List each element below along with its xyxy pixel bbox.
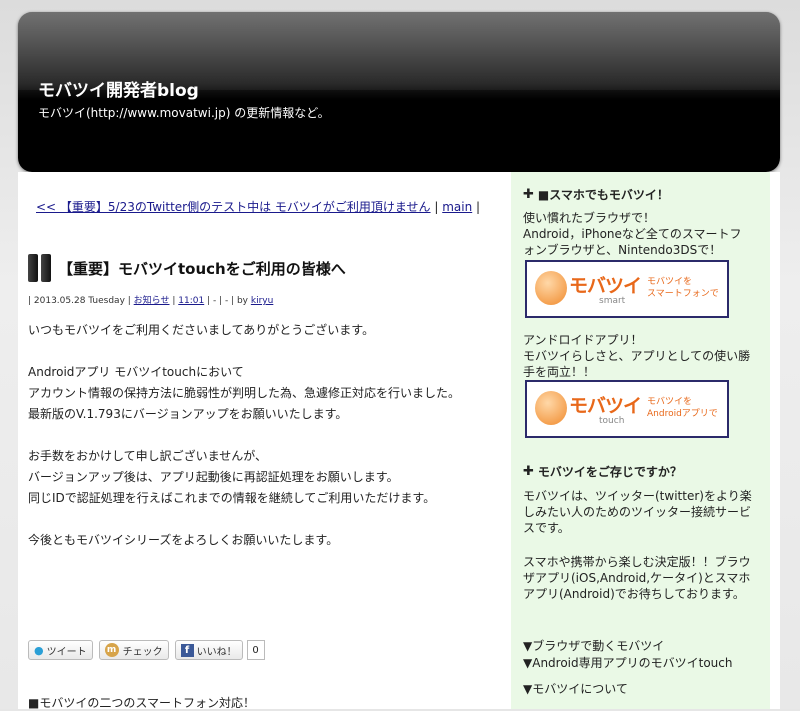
like-count: 0 — [246, 640, 265, 660]
post-title: 【重要】モバツイtouchをご利用の皆様へ — [28, 254, 346, 282]
category-link[interactable]: お知らせ — [134, 296, 170, 306]
prev-post-link[interactable]: << 【重要】5/23のTwitter側のテスト中は モバツイがご利用頂けません — [36, 200, 431, 214]
sidebar-link[interactable]: ▼Android専用アプリのモバツイtouch — [523, 655, 732, 672]
banner-tagline: モバツイを スマートフォンで — [647, 277, 719, 299]
post-date: | 2013.05.28 Tuesday | — [28, 296, 131, 306]
banner-logo-text: モバツイ — [569, 275, 642, 297]
sidebar-text: スマホや携帯から楽しむ決定版！！ブラウザアプリ(iOS,Android,ケータイ… — [523, 555, 751, 601]
social-buttons: ● ツイート m チェック f いいね！ 0 — [28, 640, 265, 660]
main-link[interactable]: main — [442, 200, 472, 214]
post-paragraph: お手数をおかけして申し訳ございませんが、 バージョンアップ後は、アプリ起動後に再… — [28, 449, 436, 505]
tweet-button[interactable]: ● ツイート — [28, 640, 93, 660]
banner-sub-text: touch — [599, 416, 625, 426]
sidebar-heading-smartphone: ✚ ■スマホでもモバツイ！ — [523, 186, 669, 203]
banner-logo-text: モバツイ — [569, 395, 642, 417]
sidebar-link[interactable]: ▼ブラウザで動くモバツイ — [523, 638, 732, 655]
post-meta: | 2013.05.28 Tuesday | お知らせ | 11:01 | - … — [28, 293, 273, 306]
sidebar-heading-text: ■スマホでもモバツイ！ — [537, 188, 669, 202]
sidebar-text: モバツイは、ツイッター(twitter)をより楽しみたい人のためのツイッター接続… — [523, 489, 752, 535]
movatwi-touch-banner[interactable]: モバツイ touch モバツイを Androidアプリで — [525, 380, 729, 438]
sidebar-heading-text: モバツイをご存じですか？ — [537, 465, 682, 479]
post-title-text: 【重要】モバツイtouchをご利用の皆様へ — [58, 259, 346, 278]
nav-separator: | — [472, 200, 481, 214]
facebook-like-button[interactable]: f いいね！ — [174, 640, 243, 660]
right-border — [770, 172, 780, 709]
meta-separator: | - | - | by — [204, 296, 251, 306]
plus-icon: ✚ — [523, 187, 534, 202]
sidebar-link[interactable]: ▼モバツイについて — [523, 681, 732, 698]
sidebar: ✚ ■スマホでもモバツイ！ 使い慣れたブラウザで！ Android，iPhone… — [511, 172, 770, 709]
post-paragraph: Androidアプリ モバツイtouchにおいて アカウント情報の保持方法に脆弱… — [28, 365, 461, 421]
facebook-icon: f — [180, 643, 194, 657]
banner-sub-text: smart — [599, 296, 626, 306]
sidebar-heading-about: ✚ モバツイをご存じですか？ — [523, 463, 682, 480]
mixi-icon: m — [104, 643, 119, 657]
meta-separator: | — [169, 296, 179, 306]
facebook-label: いいね！ — [196, 646, 237, 658]
mixi-check-button[interactable]: m チェック — [98, 640, 169, 660]
author-link[interactable]: kiryu — [251, 296, 273, 306]
page-frame: モバツイ開発者blog モバツイ(http://www.movatwi.jp) … — [0, 0, 800, 710]
permalink-time[interactable]: 11:01 — [178, 296, 204, 306]
main-content: << 【重要】5/23のTwitter側のテスト中は モバツイがご利用頂けません… — [18, 172, 511, 710]
post-paragraph: 今後ともモバツイシリーズをよろしくお願いいたします。 — [28, 533, 339, 547]
post-navigation: << 【重要】5/23のTwitter側のテスト中は モバツイがご利用頂けません… — [36, 198, 496, 215]
tweet-label: ツイート — [46, 646, 87, 658]
site-title[interactable]: モバツイ開発者blog — [38, 76, 199, 101]
footprint-logo-icon — [535, 271, 567, 305]
banner-tagline: モバツイを Androidアプリで — [647, 397, 718, 419]
footprint-logo-icon — [535, 391, 567, 425]
post-body: いつもモバツイをご利用くださいましてありがとうございます。 Androidアプリ… — [28, 320, 498, 572]
sidebar-link-list: ▼ブラウザで動くモバツイ ▼Android専用アプリのモバツイtouch ▼モバ… — [523, 638, 732, 698]
movatwi-smart-banner[interactable]: モバツイ smart モバツイを スマートフォンで — [525, 260, 729, 318]
twitter-bird-icon: ● — [34, 643, 44, 657]
pause-bars-icon — [28, 254, 52, 282]
sidebar-text: アンドロイドアプリ！ モバツイらしさと、アプリとしての使い勝手を両立！！ — [523, 333, 751, 379]
plus-icon: ✚ — [523, 464, 534, 479]
site-header: モバツイ開発者blog モバツイ(http://www.movatwi.jp) … — [18, 12, 780, 172]
sidebar-text: 使い慣れたブラウザで！ Android，iPhoneなど全てのスマートフォンブラ… — [523, 211, 742, 257]
mixi-label: チェック — [122, 646, 163, 658]
nav-separator: | — [430, 200, 443, 214]
site-description: モバツイ(http://www.movatwi.jp) の更新情報など。 — [38, 106, 330, 120]
next-section-heading: ■モバツイの二つのスマートフォン対応！ — [28, 696, 255, 710]
post-paragraph: いつもモバツイをご利用くださいましてありがとうございます。 — [28, 323, 375, 337]
